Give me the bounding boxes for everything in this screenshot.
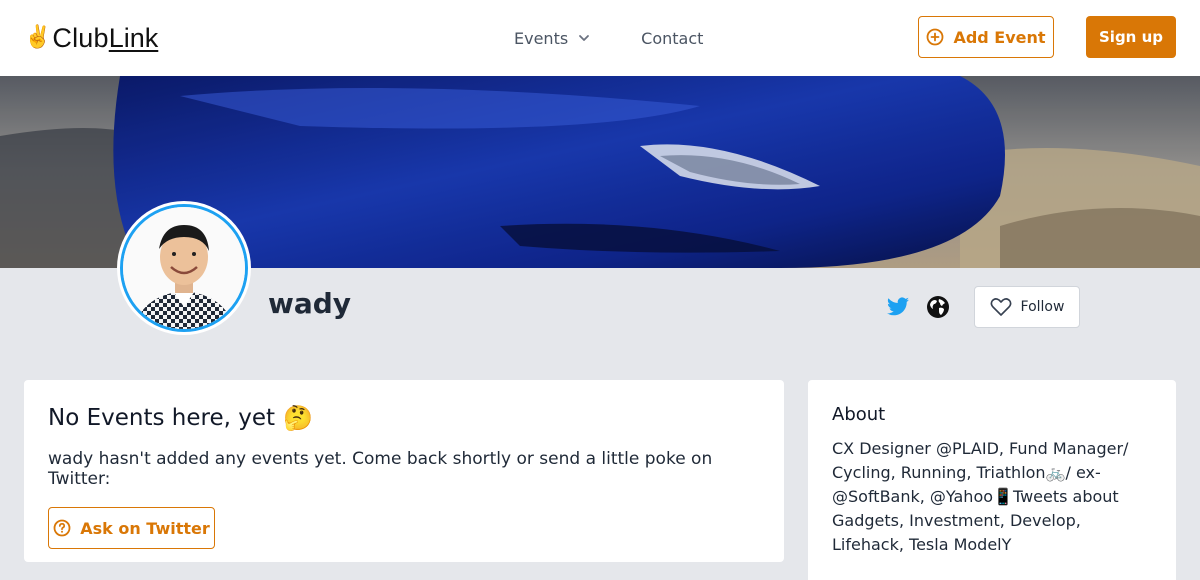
nav-events-label: Events xyxy=(514,28,569,48)
question-circle-icon xyxy=(53,519,71,537)
follow-button[interactable]: Follow xyxy=(974,286,1080,328)
profile-username: wady xyxy=(268,287,352,320)
profile-avatar xyxy=(117,201,251,335)
heart-icon xyxy=(990,298,1011,316)
ask-on-twitter-label: Ask on Twitter xyxy=(80,518,210,538)
add-event-button[interactable]: Add Event xyxy=(918,16,1054,58)
nav-events-dropdown[interactable]: Events xyxy=(514,29,591,48)
add-event-label: Add Event xyxy=(953,27,1046,47)
clublink-logo[interactable]: ✌️ Club Link xyxy=(24,20,158,56)
logo-text-link: Link xyxy=(108,22,159,53)
about-card-title: About xyxy=(832,404,886,425)
ask-on-twitter-button[interactable]: Ask on Twitter xyxy=(48,507,215,549)
main-nav: Events Contact xyxy=(514,24,703,52)
nav-contact-link[interactable]: Contact xyxy=(641,29,703,48)
about-bio-text: CX Designer @PLAID, Fund Manager/ Cyclin… xyxy=(832,439,1129,554)
signup-button[interactable]: Sign up xyxy=(1086,16,1176,58)
chevron-down-icon xyxy=(579,35,590,41)
nav-contact-label: Contact xyxy=(641,28,704,48)
thinking-face-icon: 🤔 xyxy=(283,404,313,432)
events-card: No Events here, yet 🤔 wady hasn't added … xyxy=(24,380,784,562)
globe-icon[interactable] xyxy=(926,295,950,319)
avatar-portrait-image xyxy=(123,207,245,329)
logo-text-club: Club xyxy=(52,22,109,53)
site-header: ✌️ Club Link Events Contact Add Event Si… xyxy=(0,0,1200,76)
events-empty-message: wady hasn't added any events yet. Come b… xyxy=(48,449,713,489)
follow-label: Follow xyxy=(1020,299,1065,315)
events-card-title-text: No Events here, yet xyxy=(48,405,276,431)
about-card: About CX Designer @PLAID, Fund Manager/ … xyxy=(808,380,1176,580)
signup-label: Sign up xyxy=(1099,28,1163,46)
twitter-icon[interactable] xyxy=(886,295,910,319)
plus-circle-icon xyxy=(927,28,944,46)
victory-hand-icon: ✌️ xyxy=(24,25,52,50)
events-card-title: No Events here, yet 🤔 xyxy=(48,404,760,432)
